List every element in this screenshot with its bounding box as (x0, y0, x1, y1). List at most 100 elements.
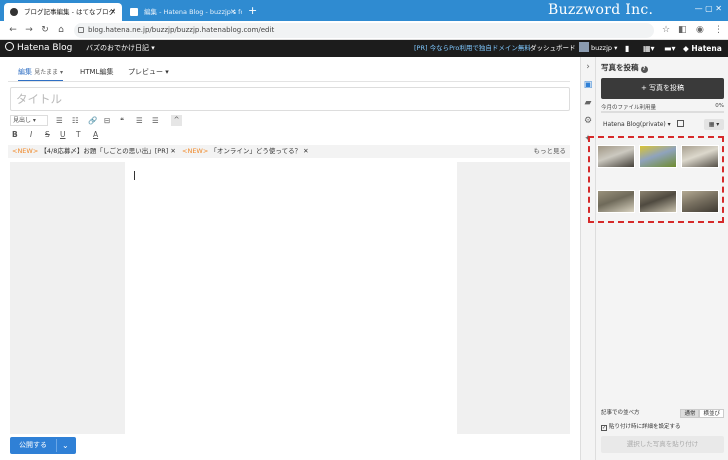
notice-link[interactable]: 「オンライン」どう使ってる？ (210, 147, 301, 155)
notice-link[interactable]: 【4/8応募〆】お題「しごとの思い出」[PR] (40, 147, 168, 155)
checkbox-checked-icon[interactable]: ✓ (601, 425, 607, 431)
tab-divider (8, 81, 570, 82)
publish-button[interactable]: 公開する ⌄ (10, 437, 76, 454)
editor-area: 編集 見たまま ▾ HTML編集 プレビュー ▾ タイトル 見出し ▾ ☰ ☷ … (0, 57, 580, 460)
tab-preview[interactable]: プレビュー ▾ (128, 65, 169, 79)
detail-checkbox-row[interactable]: ✓ 貼り付け時に詳細を設定する (601, 423, 681, 432)
folder-icon[interactable]: ▰ (582, 97, 594, 109)
menu-kebab-icon[interactable]: ⋮ (714, 23, 723, 37)
url-field[interactable]: blog.hatena.ne.jp/buzzjp/buzzjp.hatenabl… (74, 23, 654, 38)
user-menu[interactable]: buzzjp ▾ (579, 40, 617, 57)
close-notice-icon[interactable]: ✕ (303, 147, 308, 155)
new-badge: <NEW> (12, 147, 39, 155)
hatena-brand[interactable]: ◆ Hatena (683, 40, 722, 57)
sort-option-side[interactable]: 横並び (699, 409, 724, 418)
new-tab-button[interactable]: + (248, 3, 257, 19)
publish-label: 公開する (19, 441, 47, 449)
apps-grid-icon[interactable]: ▦▾ (643, 40, 655, 57)
body-editor[interactable] (125, 162, 457, 434)
sort-toggle: 通常 横並び (680, 409, 724, 418)
bullet-list-icon[interactable]: ☰ (56, 115, 63, 127)
paste-selected-button[interactable]: 選択した写真を貼り付け (601, 436, 724, 453)
back-arrow-icon[interactable]: ← (6, 23, 20, 37)
pro-promo-link[interactable]: [PR] 今ならPro利用で独自ドメイン無料 (414, 40, 531, 57)
quote-icon[interactable]: ❝ (120, 115, 124, 127)
photo-thumbnail[interactable] (639, 145, 677, 168)
avatar (579, 42, 589, 52)
detail-label: 貼り付け時に詳細を設定する (609, 424, 681, 430)
sidebar-icon-rail: › ▣ ▰ ⚙ ✦ (580, 57, 595, 460)
hatena-logo-icon (5, 42, 14, 51)
home-icon[interactable]: ⌂ (54, 23, 68, 37)
photo-panel: 写真を投稿? + 写真を投稿 今月のファイル利用量 0% Hatena Blog… (595, 57, 728, 460)
usage-bar (601, 111, 724, 113)
forward-arrow-icon[interactable]: → (22, 23, 36, 37)
table-icon[interactable]: ☰ (136, 115, 143, 127)
photo-thumbnail[interactable] (597, 190, 635, 213)
dashboard-link[interactable]: ダッシュボード (530, 40, 576, 57)
link-icon[interactable]: 🔗 (88, 115, 97, 127)
lock-icon (78, 27, 84, 33)
tab-html-edit[interactable]: HTML編集 (80, 65, 113, 79)
more-link[interactable]: もっと見る (534, 145, 567, 158)
tab-edit[interactable]: 編集 見たまま ▾ (18, 65, 63, 82)
page-favicon-icon (130, 8, 138, 16)
chevron-right-icon[interactable]: › (582, 61, 594, 73)
tab-title: 編集 - Hatena Blog - buzzjp's fo (144, 8, 242, 16)
more-line-icon[interactable]: ⊟ (104, 115, 110, 127)
tab-title: ブログ記事編集 - はてなブログ (24, 8, 115, 16)
button-divider (56, 439, 57, 452)
new-badge: <NEW> (182, 147, 209, 155)
editor-background (10, 162, 570, 434)
photo-thumbnail[interactable] (639, 190, 677, 213)
text-caret (134, 171, 135, 180)
grid-view-toggle[interactable]: ▦ ▾ (704, 119, 724, 130)
title-input[interactable]: タイトル (10, 87, 570, 111)
tab-hatena-edit[interactable]: 編集 - Hatena Blog - buzzjp's fo ✕ (124, 3, 242, 21)
usage-percent: 0% (715, 103, 724, 109)
photo-thumbnail[interactable] (681, 190, 719, 213)
collapse-toolbar-icon[interactable]: ^ (171, 115, 182, 126)
bookmark-icon[interactable]: ▮ (625, 40, 629, 57)
address-bar: ← → ↻ ⌂ blog.hatena.ne.jp/buzzjp/buzzjp.… (0, 21, 728, 40)
panel-title: 写真を投稿? (601, 62, 648, 73)
photo-thumbnail[interactable] (597, 145, 635, 168)
extension-icon[interactable]: ◧ (678, 23, 687, 37)
help-icon[interactable]: ? (640, 66, 648, 73)
strikethrough-icon[interactable]: S (45, 129, 50, 141)
photo-grid (597, 145, 719, 215)
upload-photo-button[interactable]: + 写真を投稿 (601, 78, 724, 99)
tab-blog-editor[interactable]: ブログ記事編集 - はてなブログ ✕ (4, 3, 122, 21)
window-controls[interactable]: — ▢ ✕ (695, 4, 722, 13)
font-size-icon[interactable]: T (76, 129, 81, 141)
reload-icon[interactable]: ↻ (38, 23, 52, 37)
profile-icon[interactable]: ◉ (696, 23, 704, 37)
sort-row: 記事での並べ方 通常 横並び (601, 409, 724, 418)
close-notice-icon[interactable]: ✕ (170, 147, 175, 155)
notification-icon[interactable]: ▬▾ (664, 40, 676, 57)
italic-icon[interactable]: I (30, 129, 32, 141)
album-selector[interactable]: Hatena Blog(private) ▾ (601, 119, 684, 130)
bookmark-star-icon[interactable]: ☆ (662, 23, 670, 37)
sort-option-normal[interactable]: 通常 (680, 409, 700, 418)
numbered-list-icon[interactable]: ☷ (72, 115, 79, 127)
align-icon[interactable]: ☰ (152, 115, 159, 127)
bold-icon[interactable]: B (12, 129, 18, 141)
heading-select[interactable]: 見出し ▾ (10, 115, 48, 126)
browser-tab-bar: ブログ記事編集 - はてなブログ ✕ 編集 - Hatena Blog - bu… (0, 0, 728, 21)
underline-icon[interactable]: U (60, 129, 66, 141)
text-color-icon[interactable]: A (93, 129, 98, 141)
external-link-icon[interactable] (676, 120, 684, 127)
blog-name-menu[interactable]: バズのおでかけ日記 ▾ (86, 40, 155, 57)
watermark-wordmark: Buzzword Inc. (548, 2, 654, 18)
gear-icon[interactable]: ⚙ (582, 115, 594, 127)
sort-label: 記事での並べ方 (601, 410, 640, 416)
hatena-blog-logo[interactable]: Hatena Blog (5, 40, 72, 57)
hatena-favicon-icon (10, 8, 18, 16)
chevron-down-icon[interactable]: ⌄ (62, 437, 69, 454)
usage-row: 今月のファイル利用量 0% (601, 103, 724, 111)
close-tab-icon[interactable]: ✕ (230, 3, 236, 21)
photo-icon[interactable]: ▣ (582, 79, 594, 91)
photo-thumbnail[interactable] (681, 145, 719, 168)
close-tab-icon[interactable]: ✕ (110, 3, 116, 21)
